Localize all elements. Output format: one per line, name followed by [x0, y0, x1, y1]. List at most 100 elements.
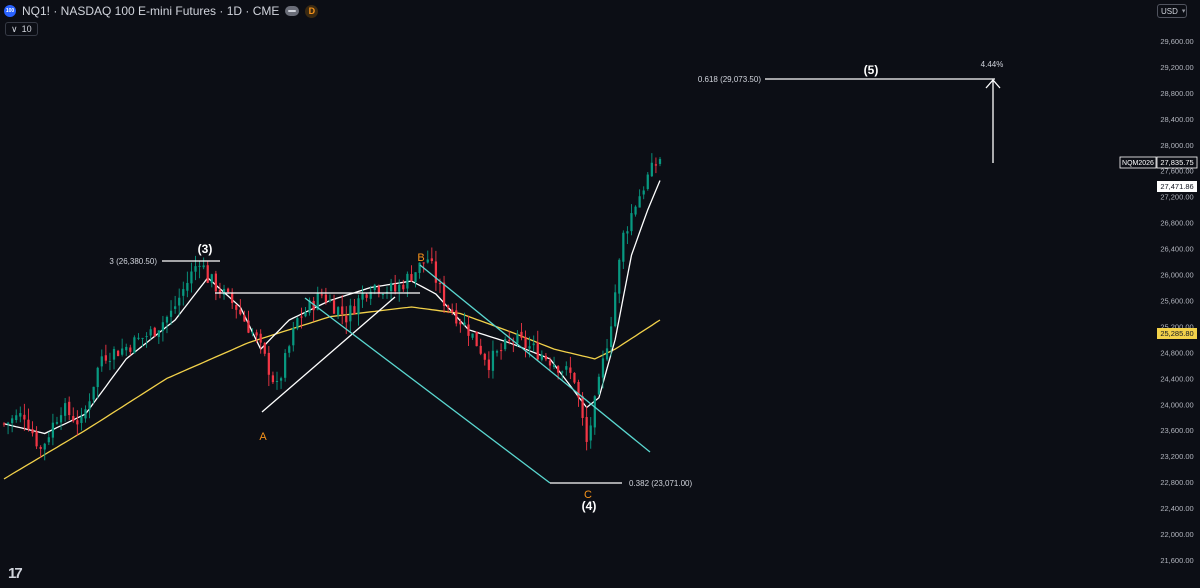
candle-body [178, 297, 181, 306]
candle-body [479, 345, 482, 354]
tradingview-logo[interactable]: 17 [8, 565, 23, 582]
projection-percent-label: 4.44% [981, 60, 1004, 69]
candle-body [504, 339, 507, 350]
wave-label-a: A [259, 431, 267, 443]
symbol-icon[interactable]: 100 [4, 5, 16, 17]
candle-body [80, 416, 83, 423]
candle-body [565, 366, 568, 370]
candle-body [263, 342, 266, 354]
candle-body [389, 283, 393, 292]
wave-label-5: (5) [864, 63, 879, 77]
candle-body [275, 380, 279, 382]
y-tick-label: 29,200.00 [1160, 63, 1193, 72]
candle-body [55, 422, 59, 424]
candle-body [402, 284, 405, 290]
toggle-legend-icon[interactable] [285, 6, 300, 16]
candle-body [573, 372, 576, 383]
candle-body [137, 337, 140, 339]
y-tick-label: 26,800.00 [1160, 219, 1193, 228]
candle-body [467, 324, 470, 336]
candle-body [463, 322, 466, 325]
candle-body [589, 425, 592, 441]
y-tick-label: 27,200.00 [1160, 193, 1193, 202]
wave-label-b: B [417, 252, 424, 264]
fib-0618-label: 0.618 (29,073.50) [698, 75, 761, 84]
candle-body [658, 158, 662, 164]
candle-body [121, 348, 124, 355]
candle-body [451, 309, 454, 313]
candle-body [328, 300, 332, 302]
ema-slow-line [3, 306, 661, 480]
y-tick-label: 23,600.00 [1160, 426, 1193, 435]
candle-body [544, 355, 548, 360]
candle-body [206, 265, 209, 283]
candle-body [35, 431, 38, 447]
symbol-title[interactable]: NQ1! · NASDAQ 100 E-mini Futures · 1D · … [22, 4, 279, 18]
chevron-down-icon[interactable]: ∨ [11, 24, 18, 35]
candle-body [455, 310, 458, 324]
candle-body [365, 294, 368, 298]
candle-body [532, 343, 535, 346]
candle-body [108, 361, 112, 363]
candle-body [72, 416, 75, 422]
candle-body [540, 354, 543, 360]
candle-body [406, 273, 409, 289]
candle-body [19, 413, 22, 417]
candle-body [284, 353, 287, 378]
ema-slow-tag: 25,285.80 [1160, 329, 1193, 338]
candle-body [59, 415, 63, 423]
channel-lower-line[interactable] [304, 297, 551, 484]
last-price-tag: 27,835.75 [1160, 158, 1193, 167]
price-axis[interactable]: 21,600.00 22,000.00 22,400.00 22,800.00 23,2… [1160, 37, 1193, 565]
candle-body [373, 284, 376, 291]
candle-body [642, 190, 645, 195]
candle-body [292, 328, 295, 346]
indicator-value: 10 [21, 24, 32, 34]
candle-body [442, 282, 446, 307]
candle-body [133, 337, 136, 354]
candle-body [68, 401, 71, 416]
wave-label-3: (3) [198, 242, 213, 256]
price-chart[interactable]: 21,600.00 22,000.00 22,400.00 22,800.00 23,2… [0, 0, 1200, 588]
currency-selector[interactable]: USD ▾ [1157, 4, 1187, 18]
candle-body [447, 305, 450, 308]
candle-body [332, 300, 336, 314]
candle-body [6, 422, 10, 424]
y-tick-label: 25,600.00 [1160, 296, 1193, 305]
candle-body [243, 315, 246, 322]
y-tick-label: 22,400.00 [1160, 504, 1193, 513]
y-tick-label: 21,600.00 [1160, 556, 1193, 565]
y-tick-label: 28,400.00 [1160, 115, 1193, 124]
indicator-pill[interactable]: ∨ 10 [5, 22, 38, 36]
y-tick-label: 28,800.00 [1160, 89, 1193, 98]
candle-body [226, 288, 230, 292]
ema-fast-tag: 27,471.86 [1160, 182, 1193, 191]
candles [2, 153, 662, 461]
candle-body [630, 213, 633, 232]
y-tick-label: 28,000.00 [1160, 141, 1193, 150]
data-status-badge[interactable]: D [305, 4, 319, 18]
candle-body [279, 378, 283, 381]
candle-body [418, 262, 421, 273]
y-tick-label: 24,000.00 [1160, 400, 1193, 409]
candle-body [605, 348, 609, 360]
candle-body [471, 333, 474, 338]
candle-body [475, 331, 478, 347]
candle-body [324, 294, 328, 303]
candle-body [300, 316, 303, 318]
y-tick-label: 23,200.00 [1160, 452, 1193, 461]
candle-body [552, 364, 556, 367]
candle-body [654, 164, 658, 166]
candle-body [239, 309, 242, 315]
candle-body [438, 283, 442, 285]
candle-body [601, 358, 605, 378]
candle-body [483, 353, 486, 360]
wave3-level-label: 3 (26,380.50) [109, 257, 157, 266]
candle-body [487, 359, 490, 371]
candle-body [557, 366, 560, 373]
a-b-trendline[interactable] [261, 296, 396, 413]
candle-body [247, 320, 250, 333]
candle-body [153, 327, 156, 337]
candle-body [15, 415, 18, 421]
candle-body [398, 284, 401, 292]
